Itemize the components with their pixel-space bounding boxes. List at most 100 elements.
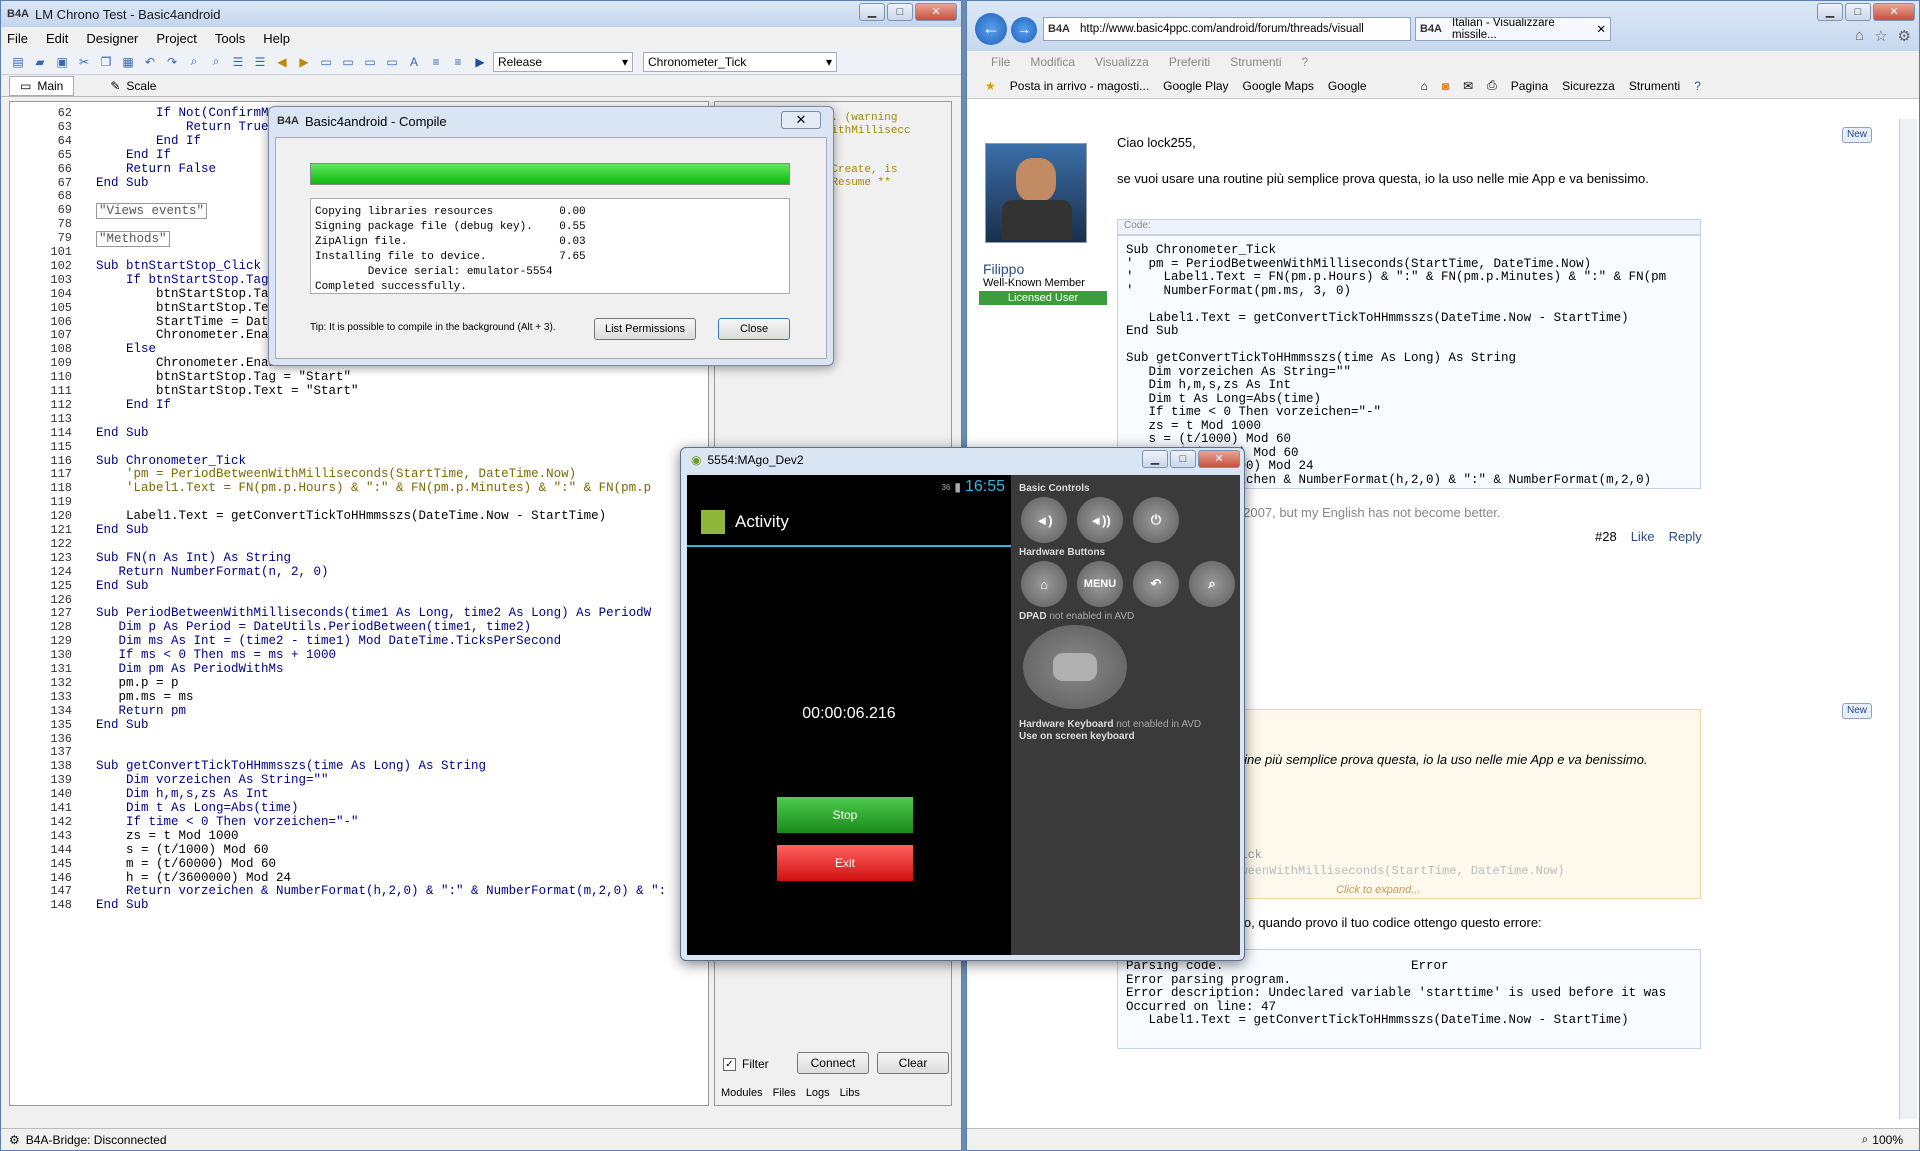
cut-icon[interactable]: ✂ (75, 53, 93, 71)
close-button[interactable]: Close (718, 318, 790, 340)
gear-icon[interactable]: ⚙ (1898, 27, 1911, 45)
reply-link[interactable]: Reply (1669, 529, 1702, 544)
menu-designer[interactable]: Designer (86, 31, 138, 46)
line-number: 121 (50, 523, 72, 537)
power-icon[interactable]: ⏻ (1133, 497, 1179, 543)
close-button[interactable]: ✕ (915, 3, 957, 21)
minimize-button[interactable]: ▁ (1142, 450, 1168, 468)
close-button[interactable]: ✕ (1198, 450, 1240, 468)
browser-tab[interactable]: B4A Italian - Visualizzare missile... ✕ (1415, 17, 1611, 41)
menu-button[interactable]: MENU (1077, 561, 1123, 607)
font-icon[interactable]: A (405, 53, 423, 71)
post-author[interactable]: Filippo (983, 261, 1024, 277)
menu-tools[interactable]: Tools (215, 31, 245, 46)
search-icon[interactable]: ⌕ (1189, 561, 1235, 607)
menu-strumenti-tb[interactable]: Strumenti (1629, 79, 1680, 93)
device-screen[interactable]: 36 ▮ 16:55 Activity 00:00:06.216 Stop Ex… (687, 475, 1011, 955)
comment-icon[interactable]: ≡ (427, 53, 445, 71)
home-icon[interactable]: ⌂ (1855, 27, 1864, 45)
rss-icon[interactable]: ◙ (1442, 79, 1449, 93)
dpad-center[interactable] (1053, 653, 1097, 681)
filter-checkbox[interactable]: ✓ Filter (723, 1057, 769, 1071)
uncomment-icon[interactable]: ≡ (449, 53, 467, 71)
build-config-select[interactable]: Release ▾ (493, 51, 633, 72)
mail-icon[interactable]: ✉ (1463, 79, 1473, 93)
menu-modifica[interactable]: Modifica (1030, 55, 1075, 69)
favorite-gmail[interactable]: Posta in arrivo - magosti... (1010, 79, 1149, 93)
exit-button[interactable]: Exit (777, 845, 913, 881)
favorites-star-icon[interactable]: ★ (985, 79, 996, 93)
home-icon[interactable]: ⌂ (1021, 561, 1067, 607)
tab-libs[interactable]: Libs (840, 1087, 860, 1099)
print-icon[interactable]: ⎙ (1487, 78, 1497, 93)
menu-project[interactable]: Project (156, 31, 196, 46)
maximize-button[interactable]: □ (887, 3, 913, 21)
run-icon[interactable]: ▶ (471, 53, 489, 71)
favorite-google-play[interactable]: Google Play (1163, 79, 1228, 93)
tab-scale[interactable]: ✎ Scale (100, 75, 167, 96)
favorite-google[interactable]: Google (1328, 79, 1367, 93)
dpad-control[interactable] (1023, 625, 1127, 709)
tab-modules[interactable]: Modules (721, 1087, 763, 1099)
indent-icon[interactable]: ☰ (229, 53, 247, 71)
favorite-google-maps[interactable]: Google Maps (1243, 79, 1314, 93)
menu-edit[interactable]: Edit (46, 31, 68, 46)
undo-icon[interactable]: ↶ (141, 53, 159, 71)
tab-main[interactable]: ▭ Main (9, 75, 75, 96)
like-link[interactable]: Like (1631, 529, 1655, 544)
new-file-icon[interactable]: ▤ (9, 53, 27, 71)
minimize-button[interactable]: ▁ (859, 3, 885, 21)
volume-down-icon[interactable]: ◄) (1021, 497, 1067, 543)
volume-up-icon[interactable]: ◄)) (1077, 497, 1123, 543)
back-icon[interactable]: ↶ (1133, 561, 1179, 607)
back-icon[interactable]: ◀ (273, 53, 291, 71)
vertical-scrollbar[interactable] (1899, 119, 1917, 1119)
zoom-level[interactable]: 100% (1872, 1133, 1903, 1147)
back-icon[interactable]: ← (975, 13, 1007, 45)
find-icon[interactable]: ⌕ (185, 53, 203, 71)
menu-file[interactable]: File (7, 31, 28, 46)
help-icon[interactable]: ? (1694, 79, 1701, 93)
paste-icon[interactable]: ▦ (119, 53, 137, 71)
reply-text: mento, quando provo il tuo codice otteng… (1215, 915, 1542, 930)
menu-preferiti[interactable]: Preferiti (1169, 55, 1210, 69)
minimize-button[interactable]: ▁ (1817, 3, 1843, 21)
bookmark-next-icon[interactable]: ▭ (361, 53, 379, 71)
bookmark-prev-icon[interactable]: ▭ (339, 53, 357, 71)
home-icon[interactable]: ⌂ (1421, 79, 1428, 93)
list-permissions-button[interactable]: List Permissions (594, 318, 696, 340)
maximize-button[interactable]: □ (1845, 3, 1871, 21)
clear-button[interactable]: Clear (877, 1052, 949, 1074)
bookmark-icon[interactable]: ▭ (317, 53, 335, 71)
stop-button[interactable]: Stop (777, 797, 913, 833)
forward-icon[interactable]: ▶ (295, 53, 313, 71)
menu-help[interactable]: ? (1302, 55, 1309, 69)
bookmark-clear-icon[interactable]: ▭ (383, 53, 401, 71)
menu-pagina[interactable]: Pagina (1511, 79, 1548, 93)
maximize-button[interactable]: □ (1170, 450, 1196, 468)
menu-visualizza[interactable]: Visualizza (1095, 55, 1149, 69)
menu-strumenti[interactable]: Strumenti (1230, 55, 1281, 69)
copy-icon[interactable]: ❐ (97, 53, 115, 71)
click-to-expand[interactable]: Click to expand... (1336, 884, 1420, 896)
menu-sicurezza[interactable]: Sicurezza (1562, 79, 1615, 93)
save-icon[interactable]: ▣ (53, 53, 71, 71)
code-line: End Sub (96, 717, 149, 732)
star-icon[interactable]: ☆ (1874, 27, 1887, 45)
sub-selector-select[interactable]: Chronometer_Tick ▾ (643, 51, 837, 72)
redo-icon[interactable]: ↷ (163, 53, 181, 71)
address-bar[interactable]: B4A http://www.basic4ppc.com/android/for… (1043, 17, 1411, 41)
tab-logs[interactable]: Logs (806, 1087, 830, 1099)
menu-help[interactable]: Help (263, 31, 290, 46)
close-icon[interactable]: ✕ (781, 111, 821, 129)
menu-file[interactable]: File (991, 55, 1010, 69)
tab-files[interactable]: Files (773, 1087, 796, 1099)
post-number[interactable]: #28 (1595, 529, 1617, 544)
close-button[interactable]: ✕ (1873, 3, 1915, 21)
find-all-icon[interactable]: ⌕ (207, 53, 225, 71)
open-folder-icon[interactable]: ▰ (31, 53, 49, 71)
outdent-icon[interactable]: ☰ (251, 53, 269, 71)
connect-button[interactable]: Connect (797, 1052, 869, 1074)
close-icon[interactable]: ✕ (1596, 22, 1606, 36)
forward-icon[interactable]: → (1011, 17, 1037, 43)
